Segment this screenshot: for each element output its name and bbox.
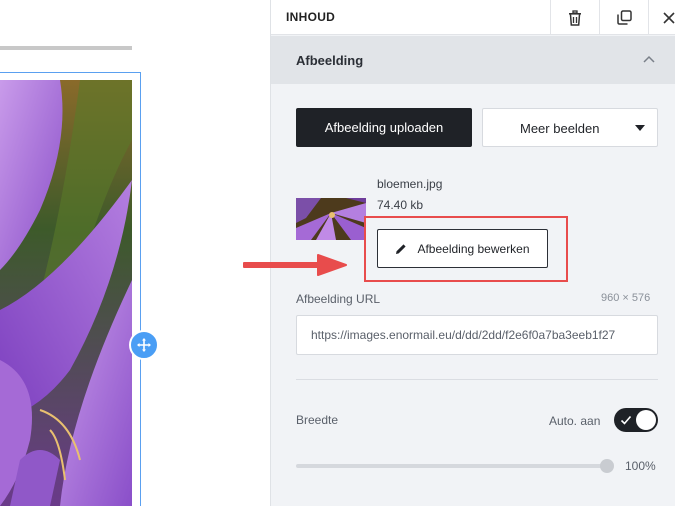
image-url-input[interactable] <box>296 315 658 355</box>
edit-image-button[interactable]: Afbeelding bewerken <box>377 229 548 268</box>
duplicate-button[interactable] <box>599 0 648 35</box>
section-title: Afbeelding <box>296 53 364 68</box>
edit-image-label: Afbeelding bewerken <box>417 241 530 256</box>
duplicate-icon <box>616 10 632 25</box>
chevron-up-icon[interactable] <box>643 55 655 63</box>
panel-header: INHOUD <box>271 0 675 35</box>
image-dimensions: 960 × 576 <box>601 292 651 304</box>
pencil-icon <box>396 243 407 254</box>
auto-width-toggle[interactable] <box>614 408 658 432</box>
move-handle[interactable] <box>129 330 159 360</box>
file-size: 74.40 kb <box>377 198 424 212</box>
caret-down-icon <box>635 125 645 131</box>
divider-block[interactable] <box>0 46 132 50</box>
image-url-label: Afbeelding URL <box>296 292 381 306</box>
auto-width-label: Auto. aan <box>549 414 601 428</box>
width-label: Breedte <box>296 413 339 427</box>
section-header-afbeelding[interactable]: Afbeelding <box>271 36 675 84</box>
section-separator <box>296 379 658 380</box>
slider-track <box>296 464 610 468</box>
close-icon <box>662 11 675 24</box>
close-button[interactable] <box>648 0 675 35</box>
check-icon <box>620 415 632 425</box>
width-slider[interactable] <box>296 459 614 473</box>
delete-button[interactable] <box>550 0 599 35</box>
toggle-knob <box>636 410 656 430</box>
image-thumbnail <box>296 198 366 240</box>
move-icon <box>137 338 151 352</box>
width-value: 100% <box>625 459 656 473</box>
more-images-dropdown[interactable]: Meer beelden <box>482 108 658 147</box>
file-name: bloemen.jpg <box>377 177 443 191</box>
upload-image-button[interactable]: Afbeelding uploaden <box>296 108 472 147</box>
image-block-selection[interactable] <box>0 72 141 506</box>
annotation-arrow-icon <box>243 254 347 276</box>
trash-icon <box>569 9 581 26</box>
editor-window: INHOUD Afbeelding Afbeelding uploaden Me… <box>0 0 675 506</box>
slider-thumb[interactable] <box>600 459 614 473</box>
more-images-label: Meer beelden <box>520 121 600 136</box>
email-canvas <box>0 0 270 506</box>
panel-title: INHOUD <box>286 10 336 24</box>
